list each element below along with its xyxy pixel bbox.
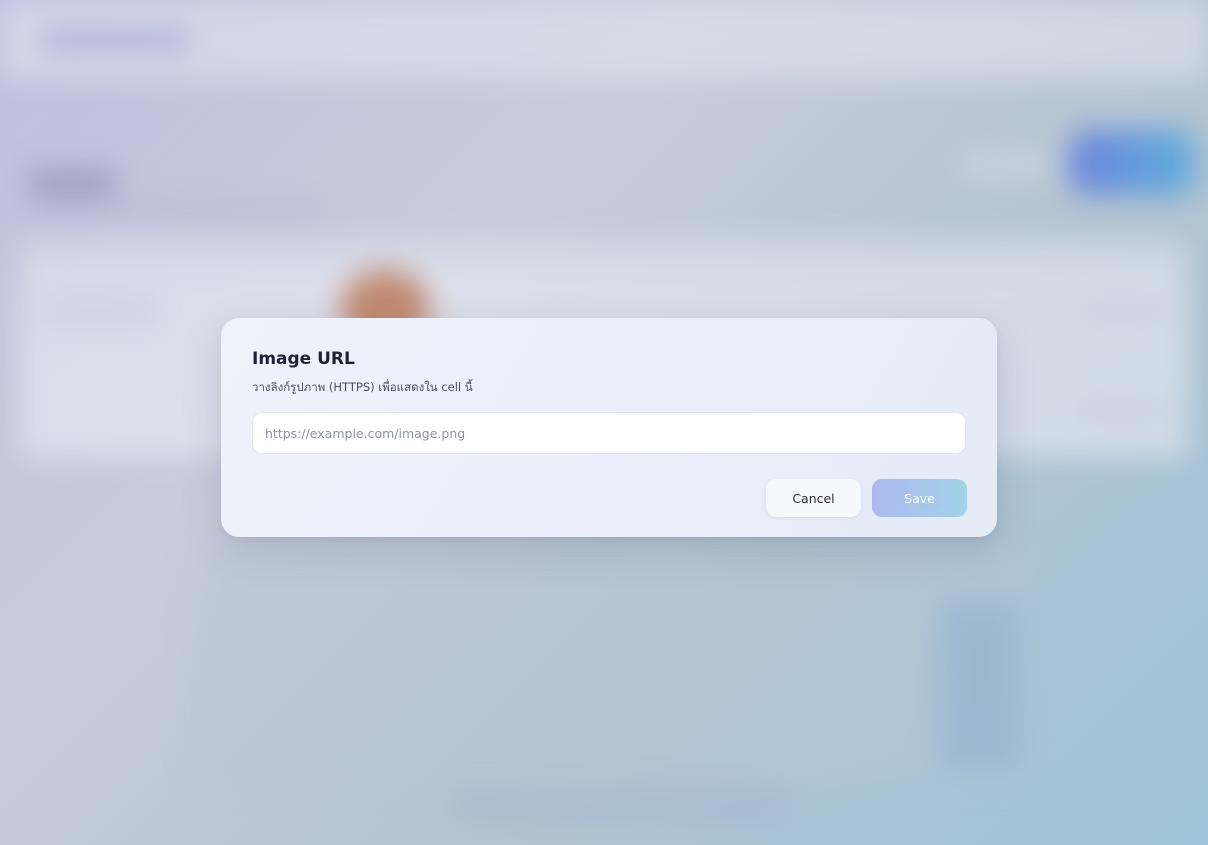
save-button[interactable]: Save — [872, 479, 967, 517]
dialog-actions: Cancel Save — [766, 479, 967, 517]
dialog-title: Image URL — [252, 349, 355, 369]
cancel-button[interactable]: Cancel — [766, 479, 861, 517]
dialog-description: วางลิงก์รูปภาพ (HTTPS) เพื่อแสดงใน cell … — [252, 380, 473, 394]
app-screen: Image URL วางลิงก์รูปภาพ (HTTPS) เพื่อแส… — [0, 0, 1208, 845]
image-url-input[interactable] — [252, 412, 966, 454]
image-url-dialog: Image URL วางลิงก์รูปภาพ (HTTPS) เพื่อแส… — [221, 318, 997, 537]
